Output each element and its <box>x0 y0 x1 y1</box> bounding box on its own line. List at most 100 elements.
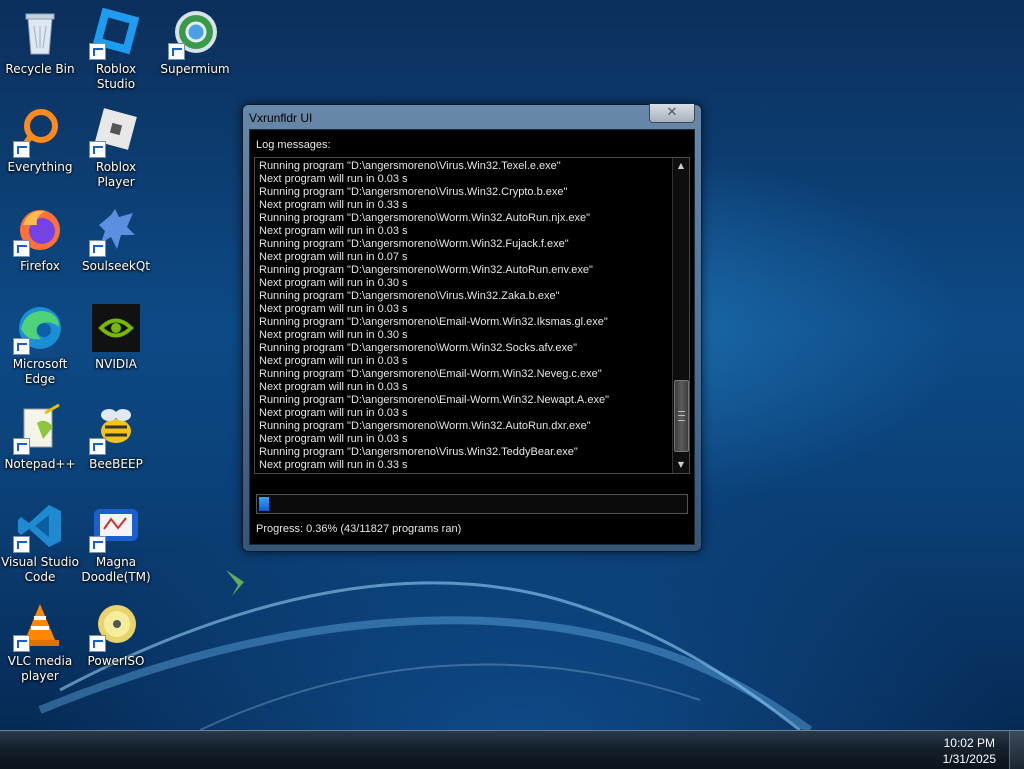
recycle-bin-icon <box>15 8 65 58</box>
shortcut-arrow-icon <box>13 141 30 158</box>
log-line: Next program will run in 0.03 s <box>259 407 408 419</box>
desktop-icon-label: Visual Studio Code <box>1 555 79 584</box>
log-line: Next program will run in 0.03 s <box>259 355 408 367</box>
log-line: Running program "D:\angersmoreno\Email-W… <box>259 394 609 406</box>
window-title: Vxrunfldr UI <box>249 111 313 125</box>
taskbar-clock[interactable]: 10:02 PM 1/31/2025 <box>943 735 996 767</box>
log-line: Next program will run in 0.33 s <box>259 459 408 471</box>
vlc-icon <box>13 600 65 652</box>
close-icon: ✕ <box>666 105 678 120</box>
log-line: Running program "D:\angersmoreno\Virus.W… <box>259 160 561 172</box>
log-line: Running program "D:\angersmoreno\Worm.Wi… <box>259 342 577 354</box>
desktop-icon-label: Microsoft Edge <box>12 357 68 386</box>
log-line: Running program "D:\angersmoreno\Email-W… <box>259 368 602 380</box>
beebeep-icon <box>89 403 141 455</box>
log-line: Next program will run in 0.03 s <box>259 381 408 393</box>
desktop-icon-vlc[interactable]: VLC media player <box>0 600 80 684</box>
desktop-icon-nvidia[interactable]: NVIDIA <box>76 303 156 372</box>
desktop-icon-supermium[interactable]: Supermium <box>155 8 235 77</box>
desktop-icon-beebeep[interactable]: BeeBEEP <box>76 403 156 472</box>
desktop-icon-label: Supermium <box>160 62 230 76</box>
taskbar: 10:02 PM 1/31/2025 <box>0 730 1024 769</box>
scrollbar-thumb[interactable] <box>674 380 689 452</box>
nvidia-icon <box>91 303 141 353</box>
desktop-icon-label: Everything <box>7 160 73 174</box>
supermium-icon <box>168 8 220 60</box>
log-line: Running program "D:\angersmoreno\Email-W… <box>259 316 608 328</box>
log-line: Next program will run in 0.03 s <box>259 303 408 315</box>
shortcut-arrow-icon <box>13 240 30 257</box>
desktop-icon-vscode[interactable]: Visual Studio Code <box>0 501 80 585</box>
log-messages-box[interactable]: Running program "D:\angersmoreno\Virus.W… <box>254 157 690 474</box>
firefox-icon <box>13 205 65 257</box>
desktop-icon-label: VLC media player <box>7 654 73 683</box>
notepadpp-icon <box>13 403 65 455</box>
progress-bar <box>256 494 688 514</box>
clock-date: 1/31/2025 <box>942 752 996 766</box>
log-line: Next program will run in 0.33 s <box>259 199 408 211</box>
desktop-icon-magna-doodle[interactable]: Magna Doodle(TM) <box>76 501 156 585</box>
edge-icon <box>13 303 65 355</box>
desktop-icon-poweriso[interactable]: PowerISO <box>76 600 156 669</box>
log-line: Running program "D:\angersmoreno\Worm.Wi… <box>259 420 591 432</box>
log-line: Running program "D:\angersmoreno\Worm.Wi… <box>259 264 593 276</box>
close-button[interactable]: ✕ <box>649 104 695 123</box>
log-line: Running program "D:\angersmoreno\Worm.Wi… <box>259 238 569 250</box>
shortcut-arrow-icon <box>89 240 106 257</box>
scroll-up-arrow-icon[interactable]: ▲ <box>673 158 689 174</box>
desktop-icon-soulseekqt[interactable]: SoulseekQt <box>76 205 156 274</box>
shortcut-arrow-icon <box>89 635 106 652</box>
desktop-icon-label: BeeBEEP <box>89 457 143 471</box>
poweriso-icon <box>89 600 141 652</box>
everything-icon <box>13 106 65 158</box>
desktop-icon-notepadpp[interactable]: Notepad++ <box>0 403 80 472</box>
progress-bar-fill <box>259 497 269 511</box>
window-client: Log messages: Running program "D:\angers… <box>249 129 695 545</box>
log-line: Running program "D:\angersmoreno\Virus.W… <box>259 290 560 302</box>
shortcut-arrow-icon <box>13 635 30 652</box>
desktop-icon-label: Roblox Studio <box>95 62 137 91</box>
log-lines: Running program "D:\angersmoreno\Virus.W… <box>259 160 669 472</box>
magna-doodle-icon <box>89 501 141 553</box>
desktop-icon-label: Firefox <box>20 259 60 273</box>
log-line: Next program will run in 0.07 s <box>259 251 408 263</box>
desktop-icon-label: Notepad++ <box>4 457 76 471</box>
desktop-icon-roblox-player[interactable]: Roblox Player <box>76 106 156 190</box>
log-label: Log messages: <box>256 139 331 151</box>
log-line: Next program will run in 0.03 s <box>259 173 408 185</box>
desktop-icon-label: Roblox Player <box>95 160 137 189</box>
desktop-icon-label: SoulseekQt <box>81 259 150 273</box>
log-scrollbar[interactable]: ▲ ▼ <box>672 158 689 473</box>
vxrunfldr-window: Vxrunfldr UI ✕ Log messages: Running pro… <box>242 104 702 552</box>
log-line: Next program will run in 0.03 s <box>259 225 408 237</box>
desktop-icon-everything[interactable]: Everything <box>0 106 80 175</box>
desktop-icon-label: NVIDIA <box>95 357 137 371</box>
grip-icon <box>678 411 685 421</box>
soulseekqt-icon <box>89 205 141 257</box>
log-line: Next program will run in 0.03 s <box>259 433 408 445</box>
desktop-icon-label: Magna Doodle(TM) <box>81 555 151 584</box>
shortcut-arrow-icon <box>13 536 30 553</box>
log-line: Running program "D:\angersmoreno\Virus.W… <box>259 446 578 458</box>
desktop-icon-firefox[interactable]: Firefox <box>0 205 80 274</box>
shortcut-arrow-icon <box>89 438 106 455</box>
desktop-icon-label: PowerISO <box>87 654 145 668</box>
vscode-icon <box>13 501 65 553</box>
roblox-player-icon <box>89 106 141 158</box>
scroll-down-arrow-icon[interactable]: ▼ <box>673 457 689 473</box>
shortcut-arrow-icon <box>13 338 30 355</box>
show-desktop-button[interactable] <box>1009 731 1024 769</box>
clock-time: 10:02 PM <box>943 736 995 750</box>
shortcut-arrow-icon <box>89 43 106 60</box>
roblox-studio-icon <box>89 7 141 60</box>
log-line: Next program will run in 0.30 s <box>259 329 408 341</box>
shortcut-arrow-icon <box>13 438 30 455</box>
desktop-icon-roblox-studio[interactable]: Roblox Studio <box>76 7 156 92</box>
shortcut-arrow-icon <box>168 43 185 60</box>
log-line: Next program will run in 0.30 s <box>259 277 408 289</box>
shortcut-arrow-icon <box>89 141 106 158</box>
desktop-icon-microsoft-edge[interactable]: Microsoft Edge <box>0 303 80 387</box>
log-line: Running program "D:\angersmoreno\Worm.Wi… <box>259 212 591 224</box>
progress-text: Progress: 0.36% (43/11827 programs ran) <box>256 523 462 535</box>
desktop-icon-recycle-bin[interactable]: Recycle Bin <box>0 8 80 77</box>
